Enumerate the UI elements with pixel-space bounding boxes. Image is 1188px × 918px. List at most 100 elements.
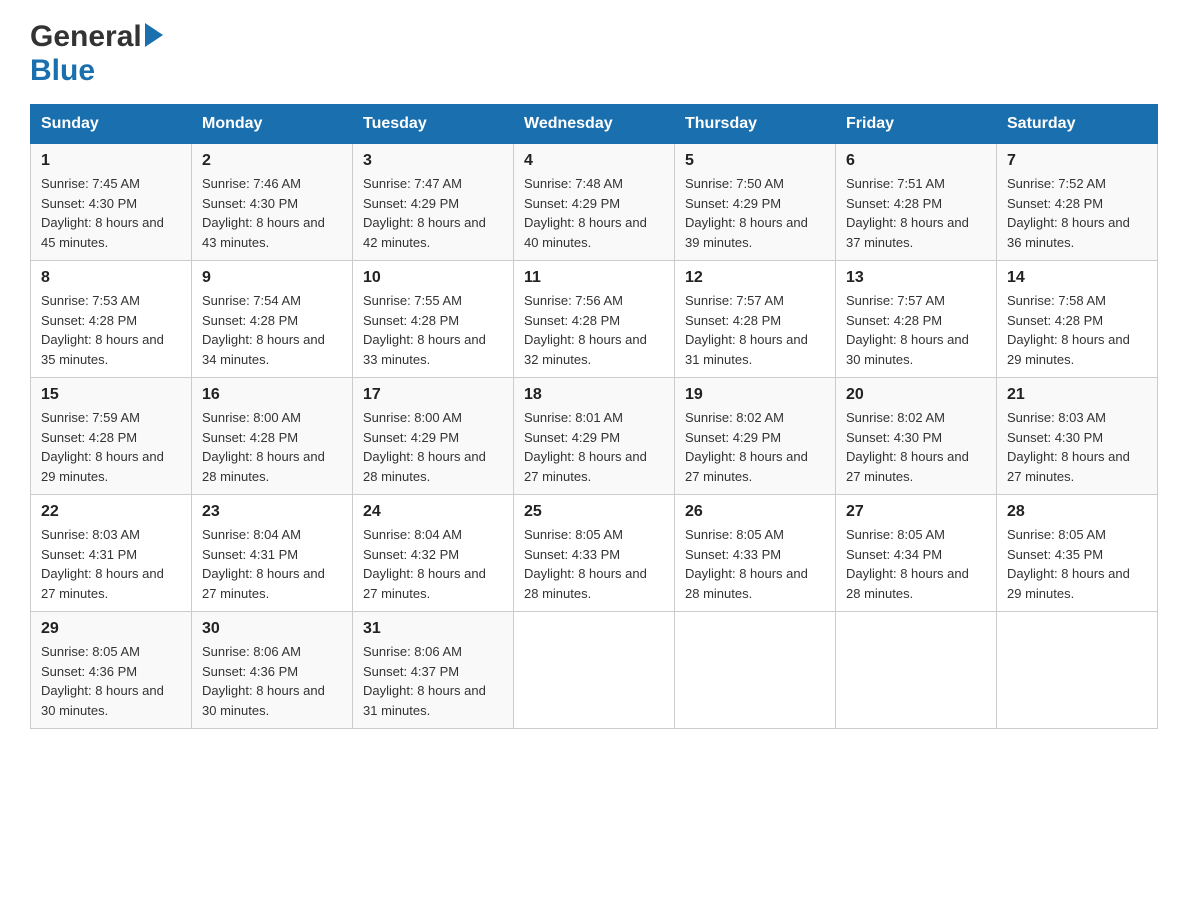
day-info: Sunrise: 8:05 AMSunset: 4:36 PMDaylight:… bbox=[41, 644, 164, 718]
calendar-cell: 14 Sunrise: 7:58 AMSunset: 4:28 PMDaylig… bbox=[997, 261, 1158, 378]
day-info: Sunrise: 8:03 AMSunset: 4:31 PMDaylight:… bbox=[41, 527, 164, 601]
logo: General Blue bbox=[30, 20, 163, 88]
day-info: Sunrise: 8:02 AMSunset: 4:30 PMDaylight:… bbox=[846, 410, 969, 484]
weekday-header-monday: Monday bbox=[192, 105, 353, 144]
day-info: Sunrise: 8:05 AMSunset: 4:33 PMDaylight:… bbox=[524, 527, 647, 601]
day-info: Sunrise: 7:56 AMSunset: 4:28 PMDaylight:… bbox=[524, 293, 647, 367]
day-number: 1 bbox=[41, 152, 181, 170]
calendar-cell: 20 Sunrise: 8:02 AMSunset: 4:30 PMDaylig… bbox=[836, 378, 997, 495]
calendar-cell: 28 Sunrise: 8:05 AMSunset: 4:35 PMDaylig… bbox=[997, 495, 1158, 612]
calendar-cell: 5 Sunrise: 7:50 AMSunset: 4:29 PMDayligh… bbox=[675, 144, 836, 261]
day-number: 22 bbox=[41, 503, 181, 521]
calendar-week-row: 8 Sunrise: 7:53 AMSunset: 4:28 PMDayligh… bbox=[31, 261, 1158, 378]
calendar-cell: 30 Sunrise: 8:06 AMSunset: 4:36 PMDaylig… bbox=[192, 612, 353, 729]
day-info: Sunrise: 8:03 AMSunset: 4:30 PMDaylight:… bbox=[1007, 410, 1130, 484]
day-number: 31 bbox=[363, 620, 503, 638]
weekday-header-thursday: Thursday bbox=[675, 105, 836, 144]
calendar-cell: 6 Sunrise: 7:51 AMSunset: 4:28 PMDayligh… bbox=[836, 144, 997, 261]
calendar-cell: 15 Sunrise: 7:59 AMSunset: 4:28 PMDaylig… bbox=[31, 378, 192, 495]
calendar-cell bbox=[997, 612, 1158, 729]
day-info: Sunrise: 8:05 AMSunset: 4:35 PMDaylight:… bbox=[1007, 527, 1130, 601]
day-number: 27 bbox=[846, 503, 986, 521]
day-info: Sunrise: 7:50 AMSunset: 4:29 PMDaylight:… bbox=[685, 176, 808, 250]
day-number: 14 bbox=[1007, 269, 1147, 287]
day-info: Sunrise: 7:48 AMSunset: 4:29 PMDaylight:… bbox=[524, 176, 647, 250]
logo-blue-text: Blue bbox=[30, 54, 95, 87]
day-info: Sunrise: 8:01 AMSunset: 4:29 PMDaylight:… bbox=[524, 410, 647, 484]
calendar-header-row: SundayMondayTuesdayWednesdayThursdayFrid… bbox=[31, 105, 1158, 144]
logo-arrow-icon bbox=[145, 23, 163, 52]
day-info: Sunrise: 7:45 AMSunset: 4:30 PMDaylight:… bbox=[41, 176, 164, 250]
calendar-week-row: 22 Sunrise: 8:03 AMSunset: 4:31 PMDaylig… bbox=[31, 495, 1158, 612]
day-number: 19 bbox=[685, 386, 825, 404]
calendar-cell: 11 Sunrise: 7:56 AMSunset: 4:28 PMDaylig… bbox=[514, 261, 675, 378]
calendar-cell: 29 Sunrise: 8:05 AMSunset: 4:36 PMDaylig… bbox=[31, 612, 192, 729]
day-info: Sunrise: 7:58 AMSunset: 4:28 PMDaylight:… bbox=[1007, 293, 1130, 367]
day-number: 20 bbox=[846, 386, 986, 404]
day-info: Sunrise: 7:47 AMSunset: 4:29 PMDaylight:… bbox=[363, 176, 486, 250]
day-number: 9 bbox=[202, 269, 342, 287]
weekday-header-friday: Friday bbox=[836, 105, 997, 144]
day-number: 13 bbox=[846, 269, 986, 287]
day-number: 16 bbox=[202, 386, 342, 404]
day-number: 30 bbox=[202, 620, 342, 638]
calendar-cell: 17 Sunrise: 8:00 AMSunset: 4:29 PMDaylig… bbox=[353, 378, 514, 495]
day-info: Sunrise: 7:54 AMSunset: 4:28 PMDaylight:… bbox=[202, 293, 325, 367]
day-number: 11 bbox=[524, 269, 664, 287]
weekday-header-sunday: Sunday bbox=[31, 105, 192, 144]
day-number: 24 bbox=[363, 503, 503, 521]
day-number: 28 bbox=[1007, 503, 1147, 521]
calendar-cell: 27 Sunrise: 8:05 AMSunset: 4:34 PMDaylig… bbox=[836, 495, 997, 612]
day-info: Sunrise: 7:57 AMSunset: 4:28 PMDaylight:… bbox=[846, 293, 969, 367]
weekday-header-tuesday: Tuesday bbox=[353, 105, 514, 144]
calendar-cell: 3 Sunrise: 7:47 AMSunset: 4:29 PMDayligh… bbox=[353, 144, 514, 261]
day-number: 3 bbox=[363, 152, 503, 170]
day-info: Sunrise: 8:02 AMSunset: 4:29 PMDaylight:… bbox=[685, 410, 808, 484]
day-number: 12 bbox=[685, 269, 825, 287]
calendar-cell: 16 Sunrise: 8:00 AMSunset: 4:28 PMDaylig… bbox=[192, 378, 353, 495]
day-number: 5 bbox=[685, 152, 825, 170]
day-number: 26 bbox=[685, 503, 825, 521]
day-number: 8 bbox=[41, 269, 181, 287]
weekday-header-wednesday: Wednesday bbox=[514, 105, 675, 144]
calendar-cell: 8 Sunrise: 7:53 AMSunset: 4:28 PMDayligh… bbox=[31, 261, 192, 378]
day-number: 6 bbox=[846, 152, 986, 170]
day-info: Sunrise: 8:06 AMSunset: 4:36 PMDaylight:… bbox=[202, 644, 325, 718]
calendar-cell bbox=[836, 612, 997, 729]
page-header: General Blue bbox=[30, 20, 1158, 88]
calendar-cell: 12 Sunrise: 7:57 AMSunset: 4:28 PMDaylig… bbox=[675, 261, 836, 378]
day-info: Sunrise: 7:46 AMSunset: 4:30 PMDaylight:… bbox=[202, 176, 325, 250]
day-number: 18 bbox=[524, 386, 664, 404]
calendar-cell: 4 Sunrise: 7:48 AMSunset: 4:29 PMDayligh… bbox=[514, 144, 675, 261]
day-info: Sunrise: 8:05 AMSunset: 4:34 PMDaylight:… bbox=[846, 527, 969, 601]
day-number: 2 bbox=[202, 152, 342, 170]
calendar-cell: 23 Sunrise: 8:04 AMSunset: 4:31 PMDaylig… bbox=[192, 495, 353, 612]
day-info: Sunrise: 7:52 AMSunset: 4:28 PMDaylight:… bbox=[1007, 176, 1130, 250]
calendar-cell: 13 Sunrise: 7:57 AMSunset: 4:28 PMDaylig… bbox=[836, 261, 997, 378]
day-info: Sunrise: 8:04 AMSunset: 4:31 PMDaylight:… bbox=[202, 527, 325, 601]
day-info: Sunrise: 8:00 AMSunset: 4:29 PMDaylight:… bbox=[363, 410, 486, 484]
calendar-cell: 31 Sunrise: 8:06 AMSunset: 4:37 PMDaylig… bbox=[353, 612, 514, 729]
day-info: Sunrise: 7:55 AMSunset: 4:28 PMDaylight:… bbox=[363, 293, 486, 367]
day-info: Sunrise: 8:00 AMSunset: 4:28 PMDaylight:… bbox=[202, 410, 325, 484]
calendar-week-row: 1 Sunrise: 7:45 AMSunset: 4:30 PMDayligh… bbox=[31, 144, 1158, 261]
calendar-cell bbox=[675, 612, 836, 729]
calendar-cell: 24 Sunrise: 8:04 AMSunset: 4:32 PMDaylig… bbox=[353, 495, 514, 612]
calendar-cell: 25 Sunrise: 8:05 AMSunset: 4:33 PMDaylig… bbox=[514, 495, 675, 612]
calendar-cell bbox=[514, 612, 675, 729]
day-info: Sunrise: 7:59 AMSunset: 4:28 PMDaylight:… bbox=[41, 410, 164, 484]
calendar-cell: 1 Sunrise: 7:45 AMSunset: 4:30 PMDayligh… bbox=[31, 144, 192, 261]
calendar-cell: 22 Sunrise: 8:03 AMSunset: 4:31 PMDaylig… bbox=[31, 495, 192, 612]
day-number: 21 bbox=[1007, 386, 1147, 404]
logo-general-text: General bbox=[30, 20, 142, 54]
calendar-cell: 26 Sunrise: 8:05 AMSunset: 4:33 PMDaylig… bbox=[675, 495, 836, 612]
calendar-week-row: 29 Sunrise: 8:05 AMSunset: 4:36 PMDaylig… bbox=[31, 612, 1158, 729]
day-number: 25 bbox=[524, 503, 664, 521]
day-number: 23 bbox=[202, 503, 342, 521]
calendar-cell: 2 Sunrise: 7:46 AMSunset: 4:30 PMDayligh… bbox=[192, 144, 353, 261]
day-number: 29 bbox=[41, 620, 181, 638]
calendar-cell: 9 Sunrise: 7:54 AMSunset: 4:28 PMDayligh… bbox=[192, 261, 353, 378]
day-info: Sunrise: 7:51 AMSunset: 4:28 PMDaylight:… bbox=[846, 176, 969, 250]
day-number: 15 bbox=[41, 386, 181, 404]
calendar-cell: 19 Sunrise: 8:02 AMSunset: 4:29 PMDaylig… bbox=[675, 378, 836, 495]
